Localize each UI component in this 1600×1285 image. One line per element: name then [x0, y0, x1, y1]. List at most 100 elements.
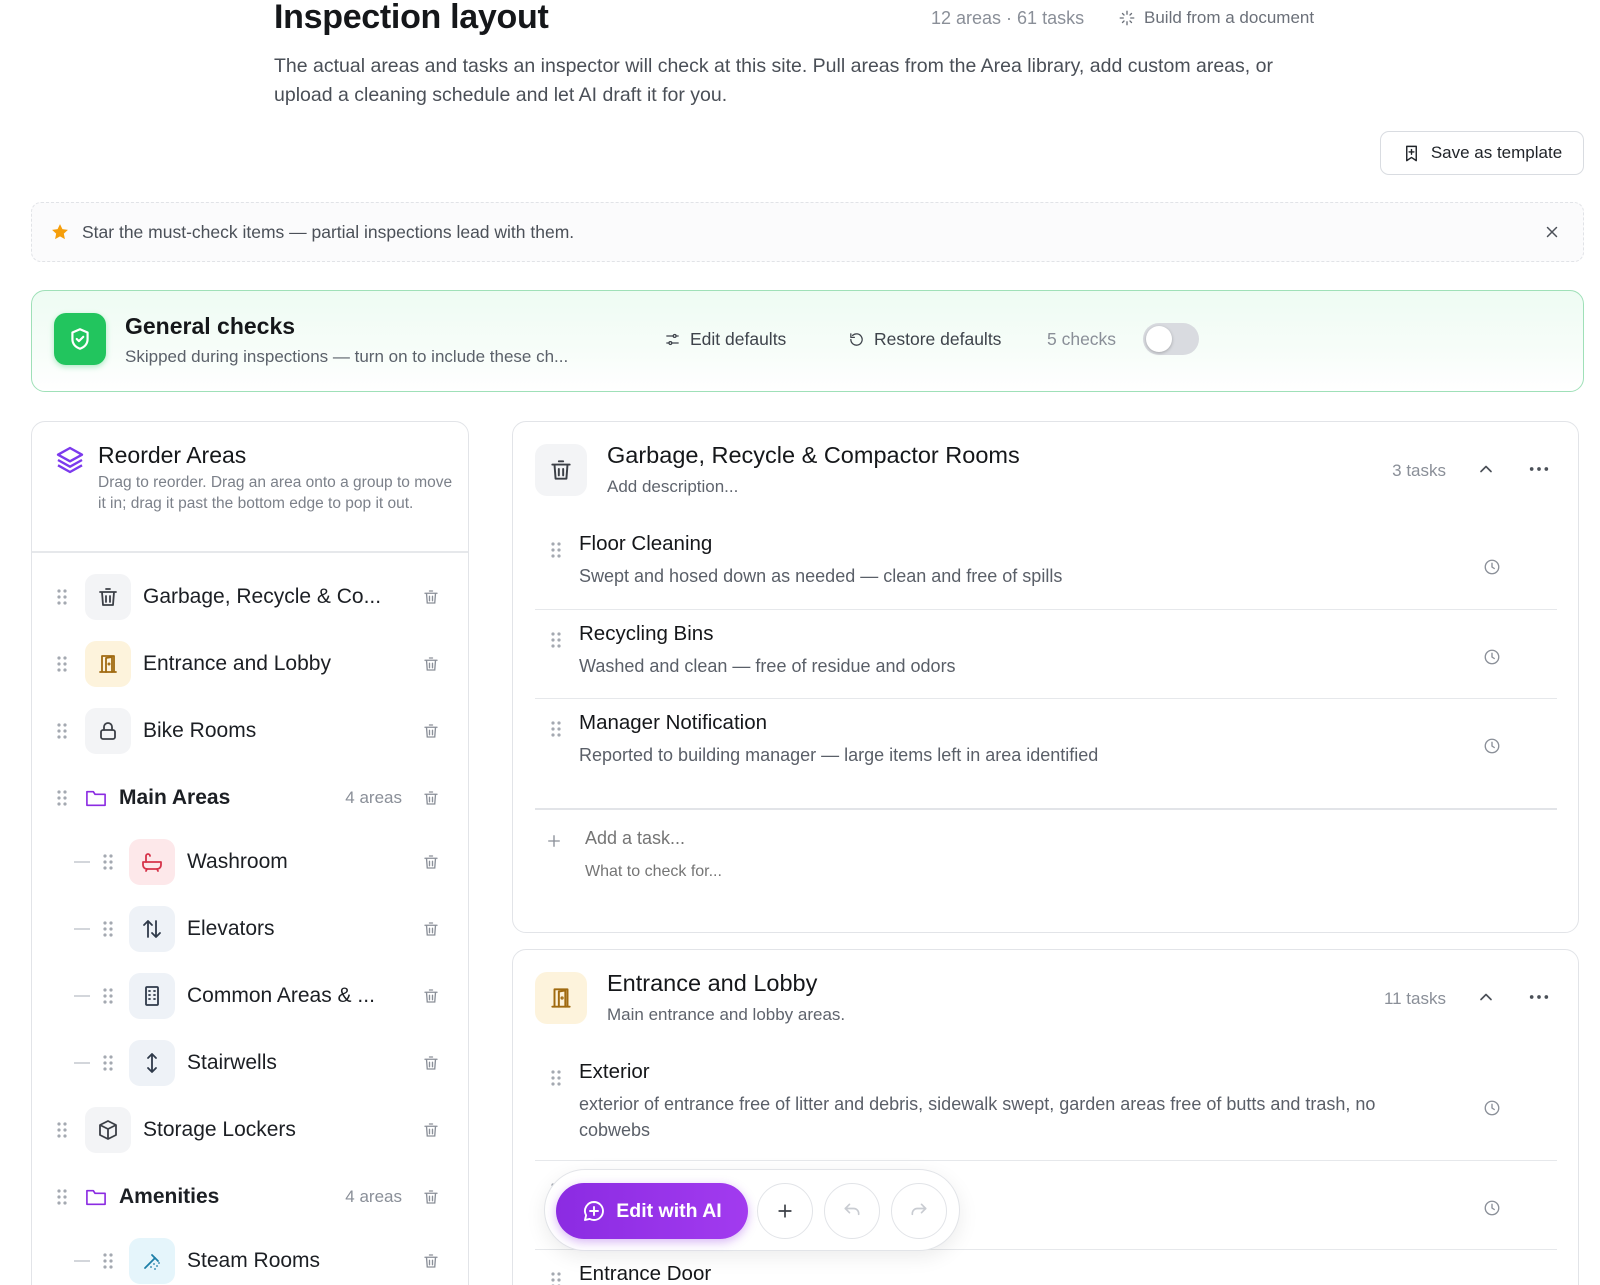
task-count: 11 tasks — [1383, 989, 1446, 1008]
drag-handle-icon[interactable] — [549, 1068, 563, 1088]
task-description[interactable]: Swept and hosed down as needed — clean a… — [579, 563, 1399, 589]
reorder-group-main-areas[interactable]: Main Areas 4 areas — [32, 768, 468, 828]
lock-icon — [85, 708, 131, 754]
arrows-up-down-icon — [129, 906, 175, 952]
area-description[interactable]: Main entrance and lobby areas. — [607, 1005, 845, 1025]
undo-icon — [842, 1201, 862, 1221]
area-title[interactable]: Entrance and Lobby — [607, 970, 817, 997]
reorder-item-steam-rooms[interactable]: Steam Rooms — [32, 1231, 468, 1285]
task-row[interactable]: Floor Cleaning Swept and hosed down as n… — [535, 520, 1557, 610]
clock-icon[interactable] — [1483, 648, 1501, 666]
reorder-item-label: Elevators — [187, 917, 275, 940]
reorder-areas-panel: Reorder Areas Drag to reorder. Drag an a… — [31, 421, 469, 1285]
save-as-template-button[interactable]: Save as template — [1380, 131, 1584, 175]
clock-icon[interactable] — [1483, 1199, 1501, 1217]
task-title[interactable]: Floor Cleaning — [579, 532, 712, 556]
delete-icon[interactable] — [422, 852, 440, 872]
task-title[interactable]: Recycling Bins — [579, 622, 713, 646]
reorder-item-label: Entrance and Lobby — [143, 652, 331, 675]
plus-icon[interactable] — [545, 832, 563, 850]
general-checks-count: 5 checks — [1047, 329, 1117, 349]
task-count: 3 tasks — [1392, 461, 1446, 480]
general-checks-subtitle: Skipped during inspections — turn on to … — [125, 347, 569, 366]
arrow-vertical-icon — [129, 1040, 175, 1086]
general-checks-toggle[interactable] — [1143, 323, 1199, 355]
task-row[interactable]: Exterior exterior of entrance free of li… — [535, 1048, 1557, 1161]
drag-handle-icon[interactable] — [101, 1053, 115, 1073]
drag-handle-icon[interactable] — [55, 1187, 69, 1207]
edit-defaults-button[interactable]: Edit defaults — [664, 329, 786, 350]
reorder-item-garbage[interactable]: Garbage, Recycle & Co... — [32, 567, 468, 627]
delete-icon[interactable] — [422, 654, 440, 674]
reorder-item-common-areas[interactable]: Common Areas & ... — [32, 966, 468, 1026]
drag-handle-icon[interactable] — [55, 587, 69, 607]
add-task-input[interactable] — [585, 828, 1085, 849]
delete-icon[interactable] — [422, 1053, 440, 1073]
build-from-document-button[interactable]: Build from a document — [1118, 8, 1314, 28]
drag-handle-icon[interactable] — [55, 1120, 69, 1140]
drag-handle-icon[interactable] — [101, 1251, 115, 1271]
reorder-areas-subtitle: Drag to reorder. Drag an area onto a gro… — [98, 474, 453, 512]
drag-handle-icon[interactable] — [101, 852, 115, 872]
add-button[interactable] — [757, 1183, 813, 1239]
delete-icon[interactable] — [422, 788, 440, 808]
task-title[interactable]: Entrance Door — [579, 1262, 711, 1285]
task-row[interactable]: Entrance Door — [535, 1250, 1557, 1285]
area-description[interactable]: Add description... — [607, 477, 738, 497]
reorder-item-entrance[interactable]: Entrance and Lobby — [32, 634, 468, 694]
drag-handle-icon[interactable] — [549, 719, 563, 739]
folder-icon — [85, 1187, 107, 1207]
reorder-group-amenities[interactable]: Amenities 4 areas — [32, 1167, 468, 1227]
more-options-icon[interactable] — [1528, 459, 1550, 479]
reorder-item-label: Stairwells — [187, 1051, 277, 1074]
reorder-item-stairwells[interactable]: Stairwells — [32, 1033, 468, 1093]
divider — [535, 808, 1557, 810]
chevron-up-icon[interactable] — [1476, 459, 1496, 479]
delete-icon[interactable] — [422, 986, 440, 1006]
delete-icon[interactable] — [422, 721, 440, 741]
restore-defaults-button[interactable]: Restore defaults — [848, 329, 1001, 350]
drag-handle-icon[interactable] — [549, 540, 563, 560]
close-icon[interactable] — [1543, 223, 1561, 241]
more-options-icon[interactable] — [1528, 987, 1550, 1007]
drag-handle-icon[interactable] — [549, 1270, 563, 1285]
clock-icon[interactable] — [1483, 737, 1501, 755]
drag-handle-icon[interactable] — [55, 788, 69, 808]
nest-indicator — [74, 1062, 90, 1064]
drag-handle-icon[interactable] — [549, 630, 563, 650]
clock-icon[interactable] — [1483, 1099, 1501, 1117]
edit-with-ai-button[interactable]: Edit with AI — [556, 1183, 748, 1239]
delete-icon[interactable] — [422, 587, 440, 607]
page-description: The actual areas and tasks an inspector … — [274, 55, 1273, 106]
chevron-up-icon[interactable] — [1476, 987, 1496, 1007]
clock-icon[interactable] — [1483, 558, 1501, 576]
drag-handle-icon[interactable] — [101, 986, 115, 1006]
undo-button[interactable] — [824, 1183, 880, 1239]
task-description[interactable]: Washed and clean — free of residue and o… — [579, 653, 1399, 679]
task-row[interactable]: Manager Notification Reported to buildin… — [535, 699, 1557, 788]
delete-icon[interactable] — [422, 919, 440, 939]
task-row[interactable]: Recycling Bins Washed and clean — free o… — [535, 610, 1557, 699]
reorder-item-bike-rooms[interactable]: Bike Rooms — [32, 701, 468, 761]
toggle-knob — [1146, 326, 1172, 352]
task-description[interactable]: exterior of entrance free of litter and … — [579, 1091, 1399, 1143]
delete-icon[interactable] — [422, 1187, 440, 1207]
redo-button[interactable] — [891, 1183, 947, 1239]
tip-banner: Star the must-check items — partial insp… — [31, 202, 1584, 262]
task-description[interactable]: Reported to building manager — large ite… — [579, 742, 1399, 768]
area-title[interactable]: Garbage, Recycle & Compactor Rooms — [607, 442, 1020, 469]
reorder-item-elevators[interactable]: Elevators — [32, 899, 468, 959]
restore-defaults-label: Restore defaults — [874, 329, 1002, 349]
reorder-item-storage-lockers[interactable]: Storage Lockers — [32, 1100, 468, 1160]
drag-handle-icon[interactable] — [55, 721, 69, 741]
drag-handle-icon[interactable] — [55, 654, 69, 674]
delete-icon[interactable] — [422, 1251, 440, 1271]
delete-icon[interactable] — [422, 1120, 440, 1140]
star-icon — [50, 222, 70, 242]
drag-handle-icon[interactable] — [101, 919, 115, 939]
add-task-description-input[interactable] — [585, 863, 1085, 881]
group-count: 4 areas — [345, 1187, 402, 1206]
task-title[interactable]: Manager Notification — [579, 711, 767, 735]
reorder-item-washroom[interactable]: Washroom — [32, 832, 468, 892]
task-title[interactable]: Exterior — [579, 1060, 650, 1084]
